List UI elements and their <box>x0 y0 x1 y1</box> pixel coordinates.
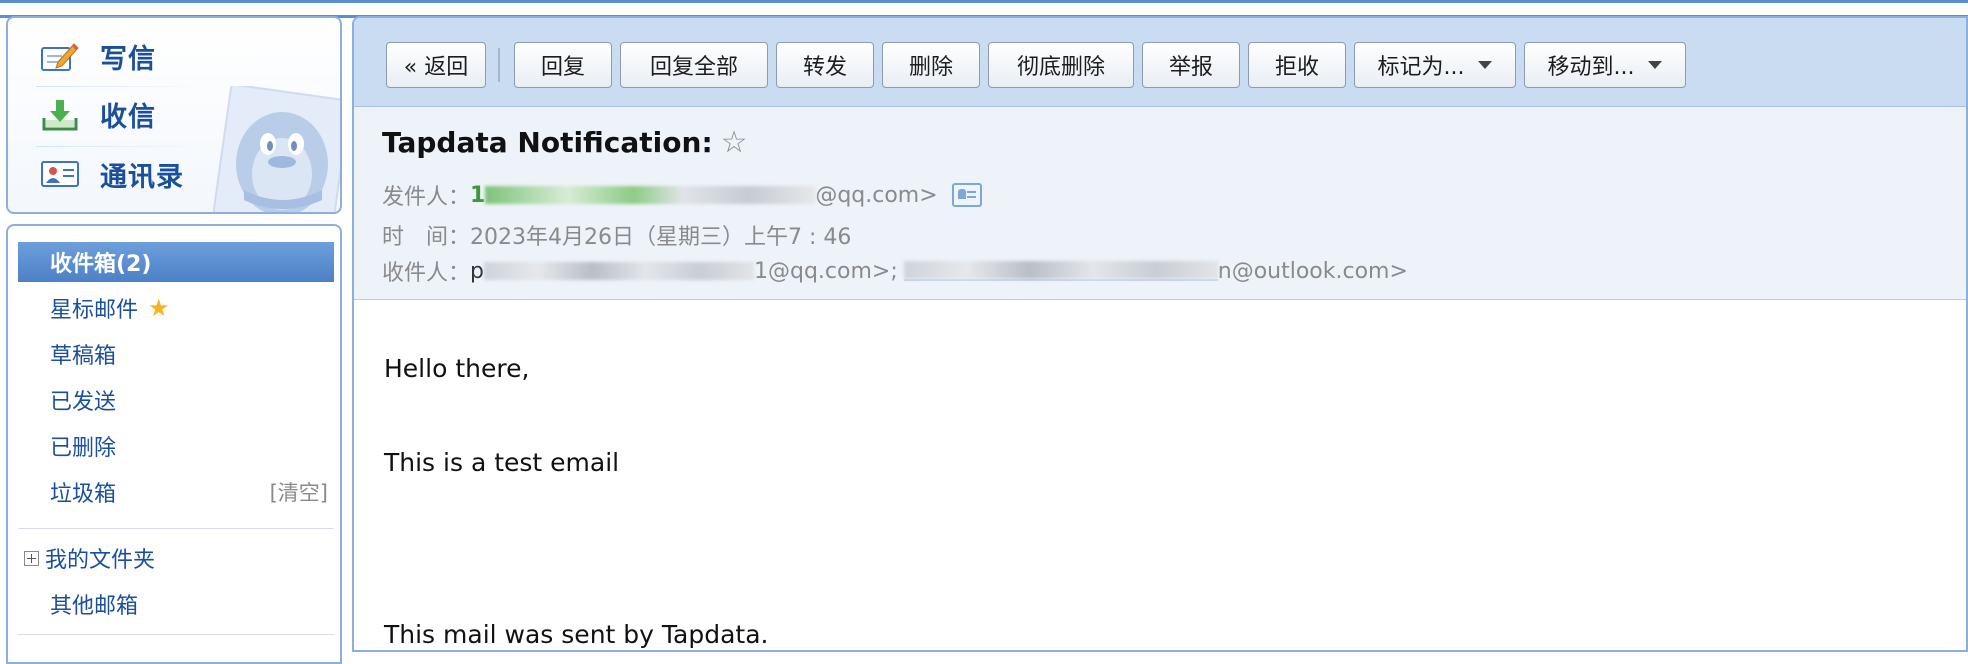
report-button[interactable]: 举报 <box>1142 42 1240 88</box>
recipient-second[interactable] <box>903 261 1218 281</box>
time-label: 时 间： <box>382 225 471 250</box>
divider <box>36 146 206 147</box>
sender-initial: 1 <box>470 182 486 208</box>
forward-button[interactable]: 转发 <box>776 42 874 88</box>
divider <box>36 86 206 87</box>
move-to-dropdown[interactable]: 移动到... <box>1524 42 1686 88</box>
folder-starred-label: 星标邮件 <box>50 298 139 323</box>
folder-other-mailboxes-label: 其他邮箱 <box>50 594 139 619</box>
contacts-button[interactable]: 通讯录 <box>40 154 184 194</box>
toolbar-divider <box>498 48 500 82</box>
body-greeting: Hello there, <box>384 354 530 383</box>
receive-mail-label: 收信 <box>100 101 156 133</box>
mark-as-label: 标记为... <box>1377 55 1465 80</box>
folder-list: 收件箱(2) 星标邮件 ★ 草稿箱 已发送 已删除 垃圾箱 [清空] 我的文件夹… <box>6 224 342 664</box>
recipient-first-address[interactable]: 1@qq.com>; <box>754 259 898 284</box>
message-subject: Tapdata Notification: ☆ <box>382 125 748 160</box>
reject-button[interactable]: 拒收 <box>1248 42 1346 88</box>
folder-drafts-label: 草稿箱 <box>50 344 117 369</box>
folder-sent[interactable]: 已发送 <box>18 380 334 420</box>
folder-starred[interactable]: 星标邮件 ★ <box>18 288 334 328</box>
empty-spam-link[interactable]: [清空] <box>270 477 328 507</box>
quick-actions-panel: 写信 收信 通讯录 <box>6 16 342 214</box>
reply-all-button[interactable]: 回复全部 <box>620 42 768 88</box>
folder-spam[interactable]: 垃圾箱 [清空] <box>18 472 334 512</box>
recipient-row: 收件人： p 1@qq.com>; n@outlook.com> <box>382 255 1408 287</box>
sender-redacted <box>485 186 816 204</box>
folder-inbox-label: 收件箱(2) <box>50 252 152 277</box>
star-toggle-icon[interactable]: ☆ <box>721 125 748 160</box>
contacts-label: 通讯录 <box>100 161 184 193</box>
mail-view-panel: « 返回 回复 回复全部 转发 删除 彻底删除 举报 拒收 标记为... 移动到… <box>352 16 1968 652</box>
star-icon: ★ <box>148 294 170 322</box>
recipient-redacted <box>903 261 1218 279</box>
compose-button[interactable]: 写信 <box>40 36 156 76</box>
folder-drafts[interactable]: 草稿箱 <box>18 334 334 374</box>
expand-icon[interactable] <box>24 550 39 566</box>
message-header: Tapdata Notification: ☆ 发件人： 1 @qq.com> … <box>354 107 1966 300</box>
body-footer: This mail was sent by Tapdata. <box>384 620 769 649</box>
folder-my-folders[interactable]: 我的文件夹 <box>18 538 334 578</box>
divider <box>18 528 334 529</box>
sender-row: 发件人： 1 @qq.com> <box>382 179 982 211</box>
folder-my-folders-label: 我的文件夹 <box>45 548 156 573</box>
mail-toolbar: « 返回 回复 回复全部 转发 删除 彻底删除 举报 拒收 标记为... 移动到… <box>354 18 1966 107</box>
body-line: This is a test email <box>384 448 620 477</box>
contact-card-icon[interactable] <box>951 183 982 207</box>
pencil-paper-icon <box>40 40 80 72</box>
sender-domain[interactable]: @qq.com> <box>815 183 937 208</box>
contact-card-icon <box>40 158 80 190</box>
mark-as-dropdown[interactable]: 标记为... <box>1354 42 1516 88</box>
qq-penguin-watermark <box>212 86 340 212</box>
recipient-initial: p <box>470 258 484 284</box>
chevron-down-icon <box>1648 61 1663 69</box>
time-row: 时 间： 2023年4月26日（星期三）上午7 : 46 <box>382 219 851 251</box>
chevron-down-icon <box>1478 61 1493 69</box>
recipient-redacted <box>483 262 754 280</box>
recipient-second-address[interactable]: n@outlook.com> <box>1218 259 1408 284</box>
folder-deleted[interactable]: 已删除 <box>18 426 334 466</box>
divider <box>18 634 334 635</box>
download-tray-icon <box>40 98 80 131</box>
time-value: 2023年4月26日（星期三）上午7 : 46 <box>470 225 852 250</box>
folder-sent-label: 已发送 <box>50 390 117 415</box>
folder-spam-label: 垃圾箱 <box>50 482 117 507</box>
sender-label: 发件人： <box>382 185 471 210</box>
folder-deleted-label: 已删除 <box>50 436 117 461</box>
folder-inbox[interactable]: 收件箱(2) <box>18 242 334 282</box>
back-button[interactable]: « 返回 <box>386 42 486 88</box>
recipient-label: 收件人： <box>382 261 471 286</box>
subject-text: Tapdata Notification: <box>382 126 713 159</box>
compose-label: 写信 <box>100 43 156 75</box>
delete-permanently-button[interactable]: 彻底删除 <box>988 42 1134 88</box>
receive-mail-button[interactable]: 收信 <box>40 94 156 134</box>
move-to-label: 移动到... <box>1547 55 1635 80</box>
reply-button[interactable]: 回复 <box>514 42 612 88</box>
delete-button[interactable]: 删除 <box>882 42 980 88</box>
folder-other-mailboxes[interactable]: 其他邮箱 <box>18 584 334 624</box>
